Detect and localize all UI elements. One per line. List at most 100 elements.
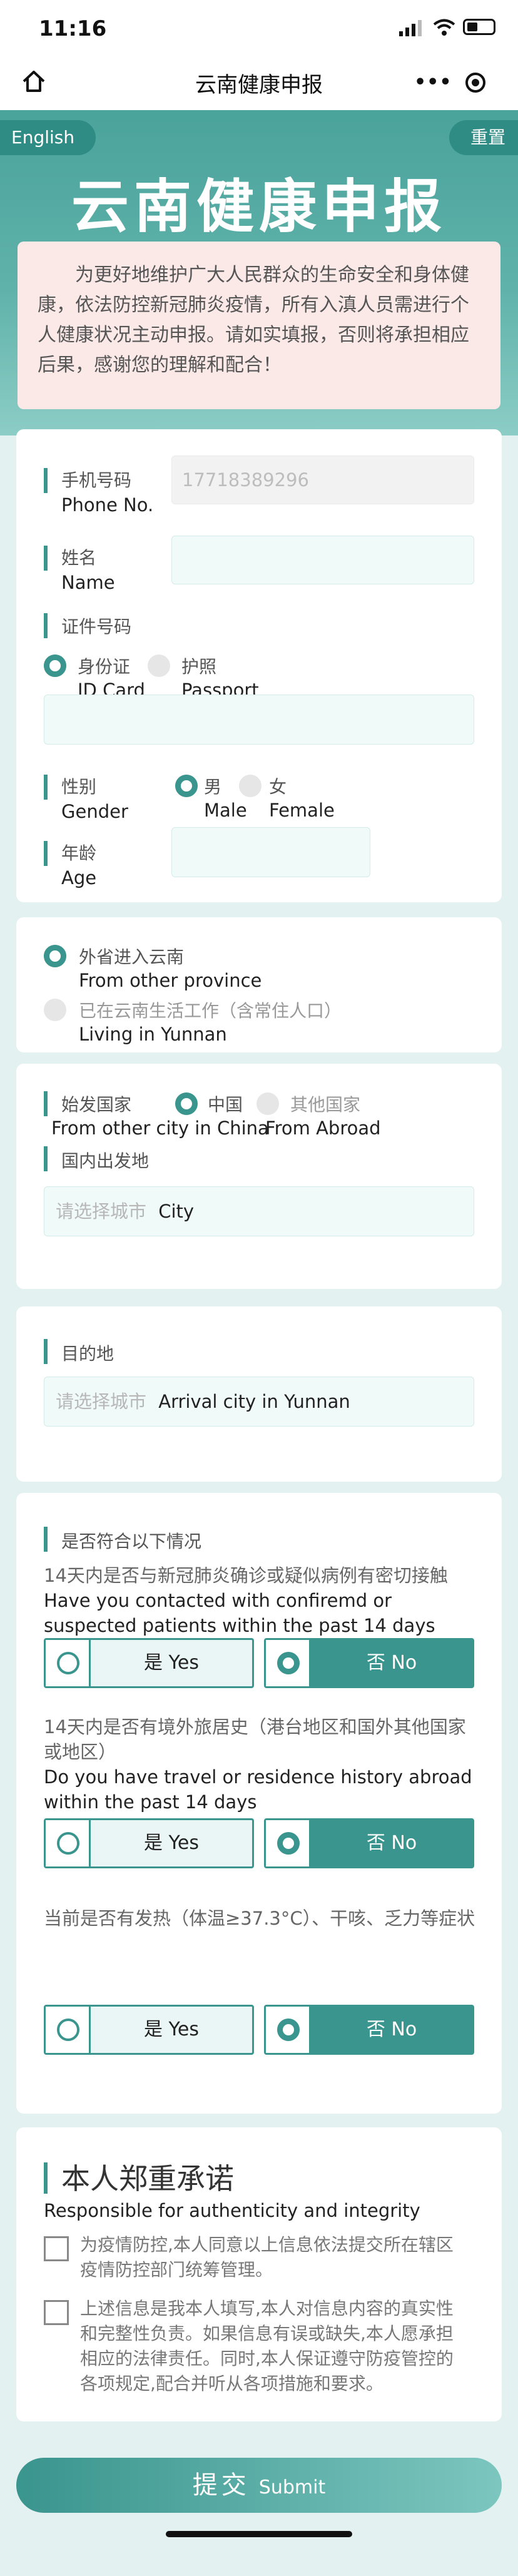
passport-option[interactable]: 护照 Passport [181, 653, 259, 701]
q3-no-label: 否 No [311, 2007, 472, 2053]
destination-city-picker[interactable]: 请选择城市 Arrival city in Yunnan [44, 1377, 474, 1427]
no-cn: 否 [366, 1832, 385, 1854]
signal-icon [399, 20, 422, 36]
city-placeholder-en: City [158, 1201, 195, 1222]
no-en: No [391, 1652, 417, 1674]
id-card-option[interactable]: 身份证 ID Card [78, 653, 145, 701]
no-cn: 否 [366, 2019, 385, 2040]
pledge-item-2: 上述信息是我本人填写,本人对信息内容的真实性和完整性负责。如果信息有误或缺失,本… [80, 2298, 454, 2394]
name-input[interactable] [171, 536, 474, 584]
pledge-checkbox-1[interactable] [44, 2236, 69, 2261]
conditions-title: 是否符合以下情况 [61, 1531, 202, 1552]
status-bar: 11:16 [0, 0, 518, 55]
q1-no-box [266, 1640, 311, 1686]
q3-no-radio [277, 2019, 300, 2041]
close-miniprogram-icon[interactable] [465, 73, 485, 93]
gender-label-en: Gender [61, 801, 128, 822]
q3-no-box [266, 2007, 311, 2053]
label-bar [44, 775, 48, 800]
name-label-en: Name [61, 572, 115, 593]
label-bar [44, 2162, 48, 2194]
label-bar [44, 1146, 48, 1171]
no-cn: 否 [366, 1652, 385, 1674]
q2-no-label: 否 No [311, 1820, 472, 1866]
yes-cn: 是 [144, 1832, 163, 1854]
female-en: Female [269, 800, 335, 821]
female-option[interactable]: 女 Female [269, 773, 335, 821]
abroad-en: From Abroad [265, 1117, 381, 1139]
q2-no-radio [277, 1832, 300, 1855]
no-en: No [391, 1832, 417, 1854]
yes-cn: 是 [144, 2019, 163, 2040]
conditions-card: 是否符合以下情况 14天内是否与新冠肺炎确诊或疑似病例有密切接触 Have yo… [16, 1493, 502, 2114]
age-label-en: Age [61, 867, 97, 888]
question-1-cn: 14天内是否与新冠肺炎确诊或疑似病例有密切接触 [44, 1565, 448, 1586]
q2-yes-button[interactable]: 是 Yes [44, 1818, 254, 1868]
phone-label-cn: 手机号码 [61, 470, 132, 491]
more-icon[interactable]: ••• [414, 71, 452, 93]
submit-label-cn: 提交 [192, 2471, 250, 2500]
pledge-checkbox-2[interactable] [44, 2300, 69, 2325]
age-input[interactable] [171, 827, 370, 877]
living-in-yunnan-cn: 已在云南生活工作（含常住人口） [79, 1000, 342, 1021]
destination-card: 目的地 请选择城市 Arrival city in Yunnan [16, 1306, 502, 1482]
male-radio[interactable] [175, 775, 198, 797]
passport-radio[interactable] [148, 654, 170, 677]
q2-no-box [266, 1820, 311, 1866]
abroad-cn: 其他国家 [290, 1094, 361, 1115]
question-2-en: Do you have travel or residence history … [44, 1766, 472, 1813]
yes-en: Yes [168, 1832, 199, 1854]
q2-yes-box [46, 1820, 91, 1866]
submit-button[interactable]: 提交 Submit [16, 2458, 502, 2513]
female-cn: 女 [269, 776, 287, 797]
departure-country-en: From other city in China [51, 1117, 269, 1139]
q1-yes-box [46, 1640, 91, 1686]
city-placeholder: 请选择城市 [56, 1201, 147, 1222]
home-indicator [166, 2531, 352, 2537]
passport-cn: 护照 [181, 656, 217, 677]
abroad-radio[interactable] [256, 1092, 279, 1115]
pledge-item-1: 为疫情防控,本人同意以上信息依法提交所在辖区疫情防控部门统筹管理。 [80, 2234, 454, 2280]
phone-label: 手机号码 Phone No. [61, 467, 153, 516]
label-bar [44, 1527, 48, 1552]
notice-box: 为更好地维护广大人民群众的生命安全和身体健康，依法防控新冠肺炎疫情，所有入滇人员… [18, 242, 500, 409]
from-other-province-radio[interactable] [44, 945, 66, 967]
destination-placeholder-en: Arrival city in Yunnan [158, 1391, 350, 1412]
id-number-input[interactable] [44, 695, 474, 745]
from-other-province-option[interactable]: 外省进入云南 From other province [79, 944, 262, 991]
domestic-departure-label: 国内出发地 [61, 1151, 150, 1171]
name-label-cn: 姓名 [61, 547, 97, 568]
origin-card: 外省进入云南 From other province 已在云南生活工作（含常住人… [16, 917, 502, 1052]
mini-program-capsule: ••• [393, 64, 505, 101]
reset-button[interactable]: 重置 [449, 120, 518, 155]
q3-yes-button[interactable]: 是 Yes [44, 2005, 254, 2055]
id-card-radio[interactable] [44, 654, 66, 677]
from-other-province-en: From other province [79, 970, 262, 991]
age-label-cn: 年龄 [61, 843, 97, 863]
q3-no-button[interactable]: 否 No [264, 2005, 474, 2055]
china-radio[interactable] [175, 1092, 198, 1115]
abroad-option[interactable]: 其他国家 From Abroad [265, 1091, 381, 1139]
from-other-province-cn: 外省进入云南 [79, 947, 185, 967]
phone-field: 17718389296 [171, 456, 474, 504]
yes-cn: 是 [144, 1652, 163, 1674]
living-in-yunnan-en: Living in Yunnan [79, 1024, 227, 1045]
destination-placeholder: 请选择城市 [56, 1391, 147, 1412]
pledge-subtitle: Responsible for authenticity and integri… [44, 2200, 420, 2221]
label-bar [44, 841, 48, 866]
living-in-yunnan-radio[interactable] [44, 999, 66, 1021]
age-label: 年龄 Age [61, 840, 96, 888]
living-in-yunnan-option[interactable]: 已在云南生活工作（含常住人口） Living in Yunnan [79, 997, 342, 1045]
q2-no-button[interactable]: 否 No [264, 1818, 474, 1868]
female-radio[interactable] [239, 775, 262, 797]
q1-no-button[interactable]: 否 No [264, 1638, 474, 1688]
header-banner: English 重置 云南健康申报 为更好地维护广大人民群众的生命安全和身体健康… [0, 110, 518, 435]
question-2: 14天内是否有境外旅居史（港台地区和国外其他国家或地区） Do you have… [44, 1714, 482, 1815]
language-toggle-button[interactable]: English [0, 120, 96, 155]
personal-info-card: 手机号码 Phone No. 17718389296 姓名 Name 证件号码 … [16, 429, 502, 902]
male-cn: 男 [204, 776, 222, 797]
departure-city-picker[interactable]: 请选择城市 City [44, 1186, 474, 1236]
submit-label-en: Submit [258, 2477, 326, 2498]
q1-yes-button[interactable]: 是 Yes [44, 1638, 254, 1688]
china-option[interactable]: 中国 [208, 1091, 243, 1116]
